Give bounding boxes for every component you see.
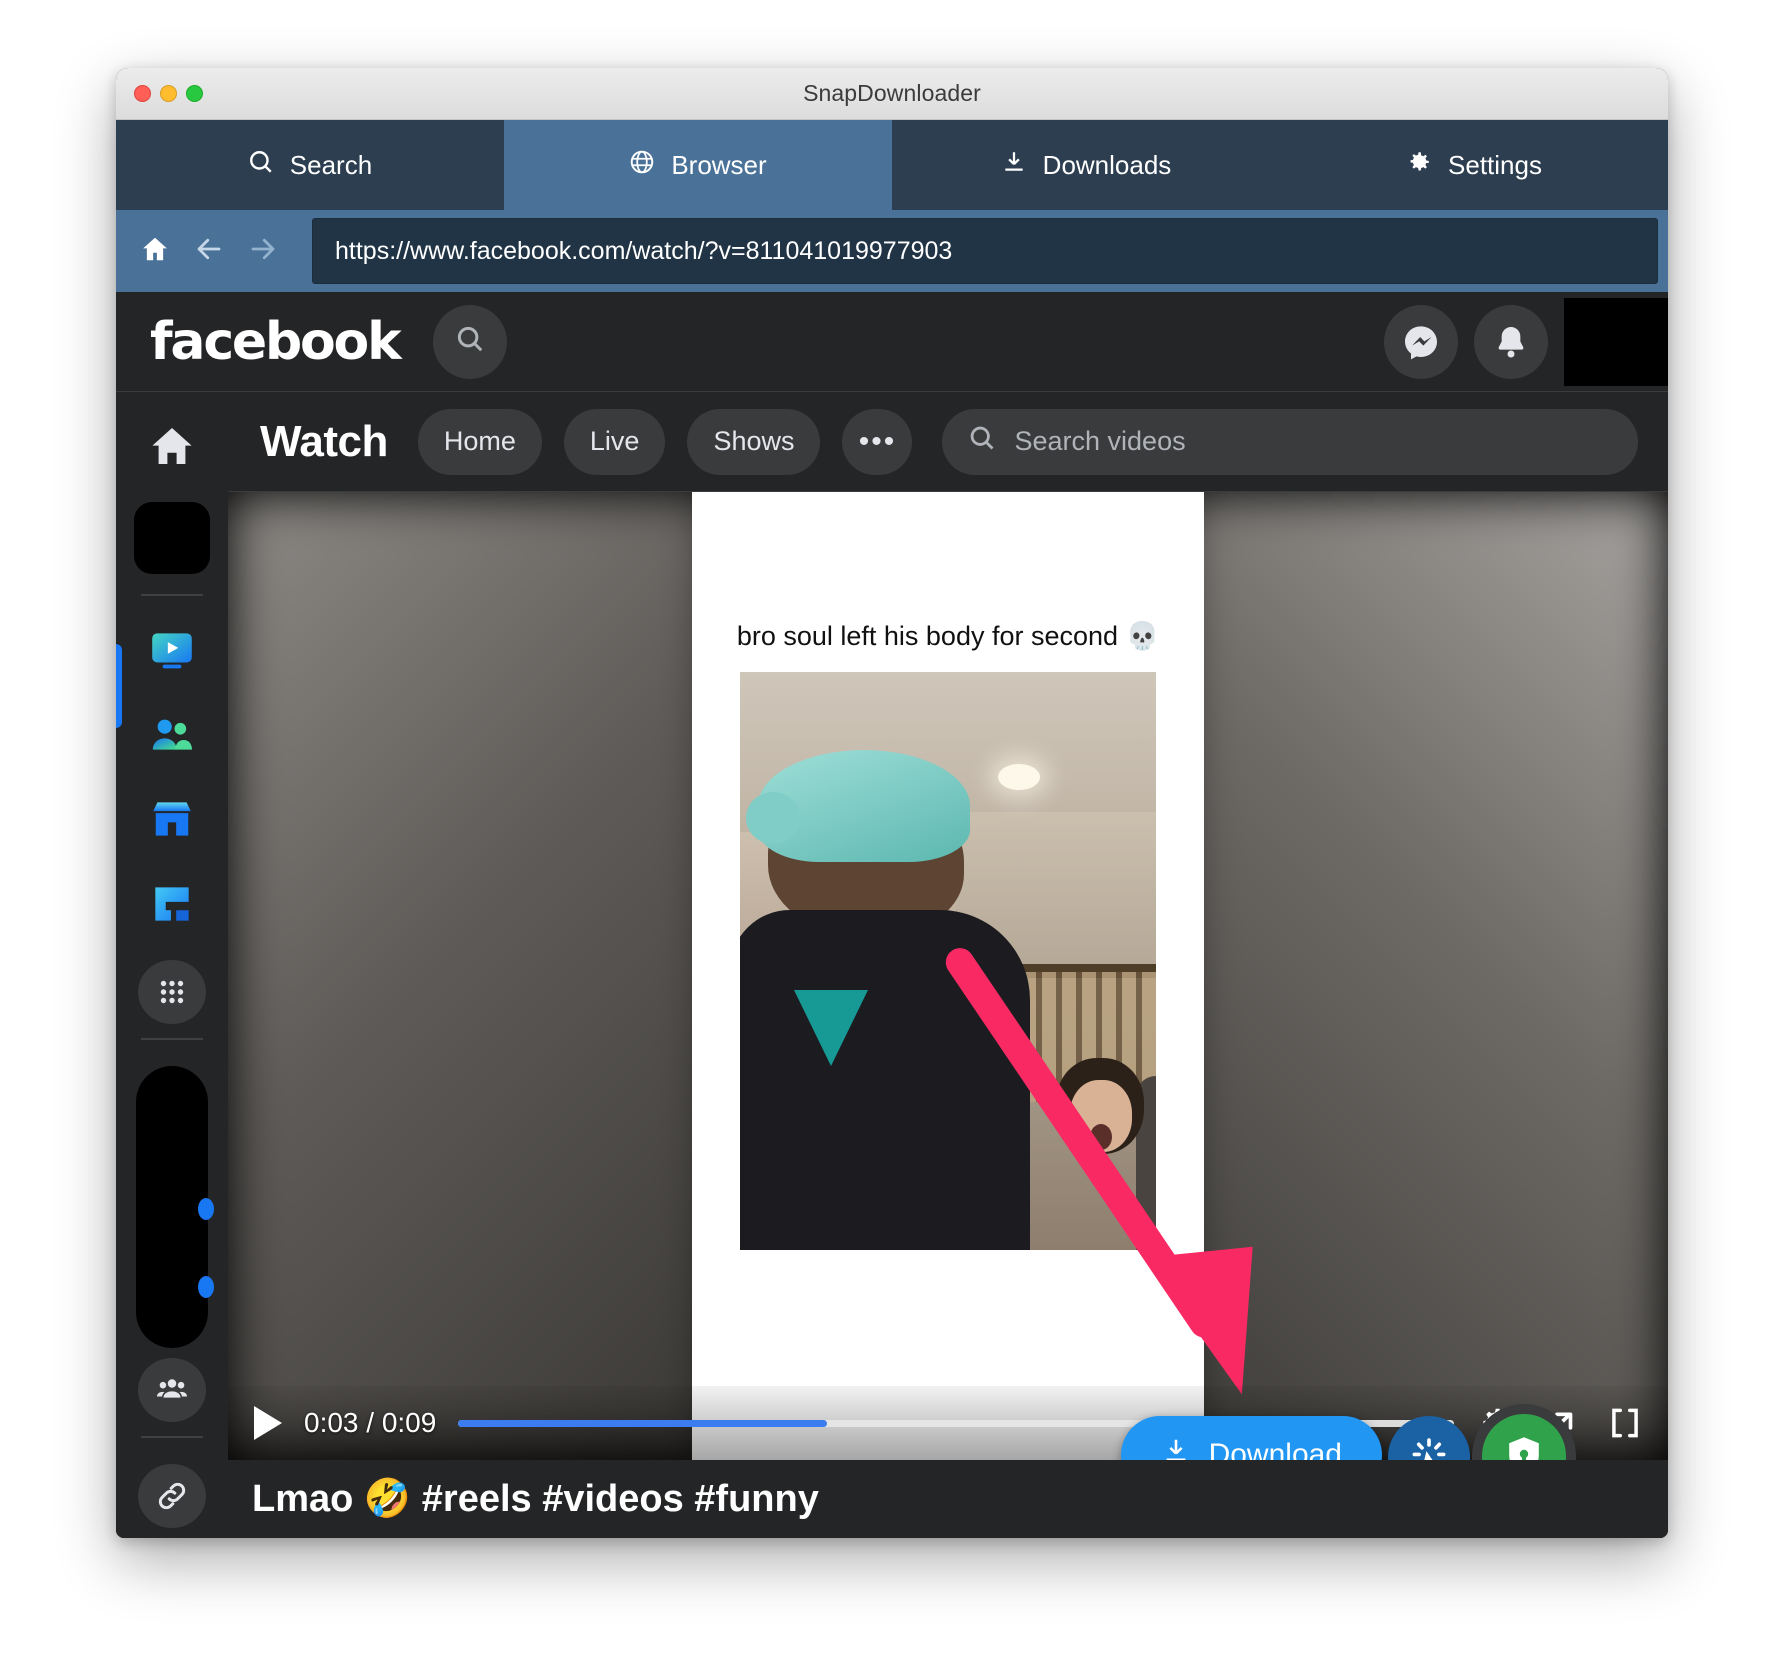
app-tab-bar: Search Browser Downloads Settings (116, 120, 1668, 210)
browser-nav-bar: https://www.facebook.com/watch/?v=811041… (116, 210, 1668, 292)
arrow-left-icon[interactable] (194, 234, 224, 269)
blurred-backdrop-left (228, 492, 718, 1460)
download-button[interactable]: Download (1120, 1416, 1382, 1460)
sidebar-item-link[interactable] (138, 1464, 206, 1529)
rail-active-indicator (116, 644, 122, 728)
minimize-button[interactable] (160, 85, 177, 102)
page-title: Watch (260, 416, 388, 466)
facebook-page: facebook Watch Home Live Shows ••• Searc… (116, 292, 1668, 1538)
tab-settings[interactable]: Settings (1280, 120, 1668, 210)
watch-more-icon[interactable]: ••• (842, 408, 913, 475)
fullscreen-icon[interactable] (1604, 1402, 1646, 1444)
sidebar-item-see-more[interactable] (138, 959, 206, 1024)
bell-icon[interactable] (1474, 305, 1548, 379)
url-input[interactable]: https://www.facebook.com/watch/?v=811041… (312, 218, 1658, 284)
app-window: SnapDownloader Search Browser Downloads (116, 68, 1668, 1538)
download-icon (1001, 149, 1027, 182)
watch-search-placeholder: Search videos (1014, 426, 1186, 456)
divider (141, 1037, 203, 1040)
facebook-left-rail (116, 392, 228, 1538)
progress-fill (458, 1419, 827, 1427)
zoom-button[interactable] (186, 85, 203, 102)
search-icon (455, 324, 485, 359)
watch-column: Watch Home Live Shows ••• Search videos (228, 392, 1668, 1538)
watch-search-input[interactable]: Search videos (942, 408, 1638, 475)
sidebar-shortcuts-block[interactable] (136, 1065, 214, 1349)
facebook-logo[interactable]: facebook (150, 312, 402, 372)
globe-icon (629, 149, 655, 182)
title-bar: SnapDownloader (116, 68, 1668, 120)
facebook-search-input[interactable] (433, 304, 508, 379)
facebook-body: Watch Home Live Shows ••• Search videos (116, 392, 1668, 1538)
divider (141, 594, 203, 596)
sidebar-item-watch[interactable] (142, 622, 202, 678)
blurred-backdrop-right (1178, 492, 1668, 1460)
sidebar-item-groups[interactable] (142, 706, 202, 762)
search-icon (968, 424, 996, 459)
tab-browser-label: Browser (671, 149, 767, 180)
window-title: SnapDownloader (803, 80, 981, 106)
messenger-icon[interactable] (1384, 305, 1458, 379)
meme-caption-text: bro soul left his body for second 💀 (736, 621, 1160, 651)
watch-header: Watch Home Live Shows ••• Search videos (228, 392, 1668, 492)
traffic-lights (134, 85, 203, 102)
tab-downloads[interactable]: Downloads (892, 120, 1280, 210)
download-button-label: Download (1208, 1438, 1342, 1460)
timecode-label: 0:03 / 0:09 (304, 1407, 437, 1438)
watch-tab-home[interactable]: Home (417, 408, 542, 475)
sidebar-item-gaming[interactable] (142, 875, 202, 931)
download-icon (1161, 1436, 1191, 1460)
video-stage[interactable]: bro soul left his body for second 💀 0:03… (228, 492, 1668, 1460)
facebook-top-bar: facebook (116, 292, 1668, 392)
facebook-top-right-actions (1384, 292, 1668, 392)
shortcut-badge (198, 1197, 214, 1220)
profile-avatar[interactable] (1564, 298, 1668, 386)
search-icon (248, 149, 274, 182)
tab-settings-label: Settings (1448, 149, 1542, 180)
video-frame[interactable]: bro soul left his body for second 💀 (692, 492, 1204, 1460)
tab-search-label: Search (289, 149, 373, 180)
play-icon[interactable] (254, 1406, 282, 1440)
shield-lock-icon (1482, 1414, 1566, 1460)
gear-icon (1406, 149, 1432, 182)
close-button[interactable] (134, 85, 151, 102)
tab-search[interactable]: Search (116, 120, 504, 210)
meme-photo (740, 672, 1156, 1250)
nav-buttons (116, 210, 312, 292)
tab-downloads-label: Downloads (1042, 149, 1172, 180)
sidebar-item-home[interactable] (142, 418, 202, 474)
divider (141, 1436, 203, 1439)
sidebar-item-marketplace[interactable] (142, 791, 202, 847)
watch-tab-shows[interactable]: Shows (687, 408, 821, 475)
tab-browser[interactable]: Browser (504, 120, 892, 210)
watch-tab-live[interactable]: Live (563, 408, 666, 475)
sidebar-item-groups-shortcut[interactable] (138, 1358, 206, 1423)
shortcut-badge (198, 1275, 214, 1298)
home-icon[interactable] (140, 234, 170, 269)
arrow-right-icon[interactable] (248, 234, 278, 269)
post-caption: Lmao 🤣 #reels #videos #funny (228, 1460, 1668, 1538)
sidebar-item-profile[interactable] (134, 502, 210, 575)
